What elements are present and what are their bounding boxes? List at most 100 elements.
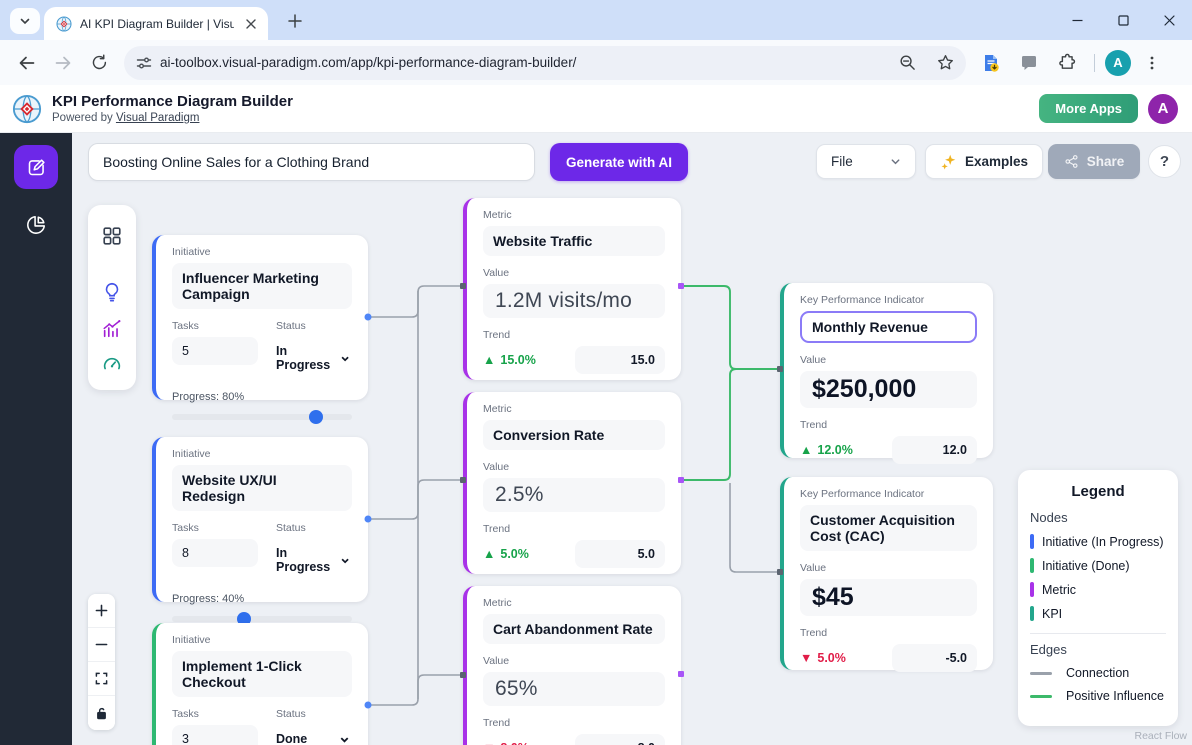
edge-connection-metric2-kpi2[interactable] bbox=[730, 483, 780, 572]
trend-value-input[interactable]: -5.0 bbox=[892, 644, 977, 672]
reload-icon bbox=[91, 54, 108, 71]
metric-value-input[interactable]: 2.5% bbox=[483, 478, 665, 512]
visual-paradigm-link[interactable]: Visual Paradigm bbox=[116, 112, 200, 124]
minimize-button[interactable] bbox=[1054, 0, 1100, 40]
kpi-value-input[interactable]: $250,000 bbox=[800, 371, 977, 408]
chevron-down-icon bbox=[19, 15, 31, 27]
more-apps-button[interactable]: More Apps bbox=[1039, 94, 1138, 123]
generate-ai-button[interactable]: Generate with AI bbox=[550, 143, 688, 181]
maximize-button[interactable] bbox=[1100, 0, 1146, 40]
sidebar-item-charts[interactable] bbox=[25, 214, 47, 236]
fit-view-button[interactable] bbox=[88, 662, 115, 696]
status-select[interactable]: In Progress bbox=[276, 539, 352, 581]
file-menu-button[interactable]: File bbox=[816, 144, 916, 179]
tab-search-button[interactable] bbox=[10, 8, 40, 34]
initiative-title-input[interactable]: Influencer Marketing Campaign bbox=[172, 263, 352, 309]
zoom-in-button[interactable] bbox=[88, 594, 115, 628]
layout-grid-tool[interactable] bbox=[100, 225, 124, 247]
metric-node-traffic[interactable]: Metric Website Traffic Value 1.2M visits… bbox=[463, 198, 681, 380]
favicon-visual-paradigm-icon bbox=[56, 16, 72, 32]
back-button[interactable] bbox=[10, 46, 44, 80]
edge-connection-initiative2-metric2[interactable] bbox=[368, 480, 463, 519]
status-select[interactable]: In Progress bbox=[276, 337, 352, 379]
trend-value-input[interactable]: 5.0 bbox=[575, 540, 665, 568]
edge-connection-initiative3-metric3[interactable] bbox=[368, 675, 463, 705]
progress-slider[interactable] bbox=[172, 616, 352, 622]
metric-value-input[interactable]: 1.2M visits/mo bbox=[483, 284, 665, 318]
close-window-button[interactable] bbox=[1146, 0, 1192, 40]
progress-slider[interactable] bbox=[172, 414, 352, 420]
metric-value-input[interactable]: 65% bbox=[483, 672, 665, 706]
kpi-title-input-focused[interactable]: Monthly Revenue bbox=[800, 311, 977, 343]
examples-button[interactable]: Examples bbox=[925, 144, 1043, 179]
back-arrow-icon bbox=[18, 54, 36, 72]
navbar-divider bbox=[1094, 54, 1095, 72]
node-type-label: Metric bbox=[483, 403, 665, 415]
status-select[interactable]: Done bbox=[276, 725, 352, 745]
app-user-avatar[interactable]: A bbox=[1148, 94, 1178, 124]
side-panel-extension-button[interactable] bbox=[1012, 46, 1046, 80]
tab-title: AI KPI Diagram Builder | Visualiz bbox=[80, 17, 234, 31]
prompt-input[interactable] bbox=[88, 143, 535, 181]
trend-value-input[interactable]: 12.0 bbox=[892, 436, 977, 464]
help-button[interactable]: ? bbox=[1148, 145, 1181, 178]
tasks-input[interactable]: 3 bbox=[172, 725, 258, 745]
lock-toggle-button[interactable] bbox=[88, 696, 115, 730]
sidebar-item-editor[interactable] bbox=[14, 145, 58, 189]
initiative-title-input[interactable]: Website UX/UI Redesign bbox=[172, 465, 352, 511]
legend-edges-label: Edges bbox=[1030, 642, 1166, 657]
legend-title: Legend bbox=[1030, 483, 1166, 500]
chevron-down-icon bbox=[340, 555, 350, 566]
tab-close-button[interactable] bbox=[242, 15, 260, 33]
node-palette bbox=[88, 205, 136, 390]
chevron-down-icon bbox=[340, 353, 350, 364]
slider-thumb[interactable] bbox=[309, 410, 323, 424]
kpi-node-cac[interactable]: Key Performance Indicator Customer Acqui… bbox=[780, 477, 993, 670]
metric-node-conversion[interactable]: Metric Conversion Rate Value 2.5% Trend … bbox=[463, 392, 681, 574]
forward-arrow-icon bbox=[54, 54, 72, 72]
share-button[interactable]: Share bbox=[1048, 144, 1140, 179]
kpi-node-revenue[interactable]: Key Performance Indicator Monthly Revenu… bbox=[780, 283, 993, 458]
new-tab-button[interactable] bbox=[282, 10, 308, 32]
trend-value-input[interactable]: 15.0 bbox=[575, 346, 665, 374]
metric-title-input[interactable]: Cart Abandonment Rate bbox=[483, 614, 665, 644]
docs-extension-button[interactable] bbox=[974, 46, 1008, 80]
url-text: ai-toolbox.visual-paradigm.com/app/kpi-p… bbox=[160, 55, 884, 70]
tasks-input[interactable]: 5 bbox=[172, 337, 258, 365]
address-bar[interactable]: ai-toolbox.visual-paradigm.com/app/kpi-p… bbox=[124, 46, 966, 80]
metric-title-input[interactable]: Website Traffic bbox=[483, 226, 665, 256]
edge-positive-metric2-kpi1[interactable] bbox=[681, 369, 780, 480]
trend-down-icon: ▼ bbox=[483, 741, 495, 745]
browser-menu-button[interactable] bbox=[1135, 46, 1169, 80]
bookmark-button[interactable] bbox=[930, 48, 960, 78]
initiative-title-input[interactable]: Implement 1-Click Checkout bbox=[172, 651, 352, 697]
chevron-down-icon bbox=[890, 156, 901, 167]
kpi-node-tool[interactable] bbox=[100, 353, 124, 375]
trend-value-input[interactable]: -8.0 bbox=[575, 734, 665, 745]
kpi-value-input[interactable]: $45 bbox=[800, 579, 977, 616]
zoom-page-button[interactable] bbox=[892, 48, 922, 78]
metric-node-cart-abandonment[interactable]: Metric Cart Abandonment Rate Value 65% T… bbox=[463, 586, 681, 745]
browser-profile-avatar[interactable]: A bbox=[1105, 50, 1131, 76]
kpi-title-input[interactable]: Customer Acquisition Cost (CAC) bbox=[800, 505, 977, 551]
reload-button[interactable] bbox=[82, 46, 116, 80]
value-label: Value bbox=[800, 354, 977, 366]
diagram-canvas[interactable]: Generate with AI File Examples Share ? bbox=[72, 133, 1192, 745]
legend-divider bbox=[1030, 633, 1166, 634]
initiative-node-checkout[interactable]: Initiative Implement 1-Click Checkout Ta… bbox=[152, 623, 368, 745]
edge-connection-initiative1-metric1[interactable] bbox=[368, 286, 463, 317]
initiative-node-influencer[interactable]: Initiative Influencer Marketing Campaign… bbox=[152, 235, 368, 400]
share-nodes-icon bbox=[1064, 154, 1079, 169]
initiative-node-redesign[interactable]: Initiative Website UX/UI Redesign Tasks … bbox=[152, 437, 368, 602]
window-controls bbox=[1054, 0, 1192, 40]
zoom-out-button[interactable] bbox=[88, 628, 115, 662]
initiative-node-tool[interactable] bbox=[100, 281, 124, 303]
extensions-button[interactable] bbox=[1050, 46, 1084, 80]
browser-tab[interactable]: AI KPI Diagram Builder | Visualiz bbox=[44, 7, 268, 40]
forward-button[interactable] bbox=[46, 46, 80, 80]
metric-node-tool[interactable] bbox=[100, 317, 124, 339]
edge-positive-metric1-kpi1[interactable] bbox=[681, 286, 780, 369]
kebab-menu-icon bbox=[1144, 55, 1160, 71]
tasks-input[interactable]: 8 bbox=[172, 539, 258, 567]
metric-title-input[interactable]: Conversion Rate bbox=[483, 420, 665, 450]
